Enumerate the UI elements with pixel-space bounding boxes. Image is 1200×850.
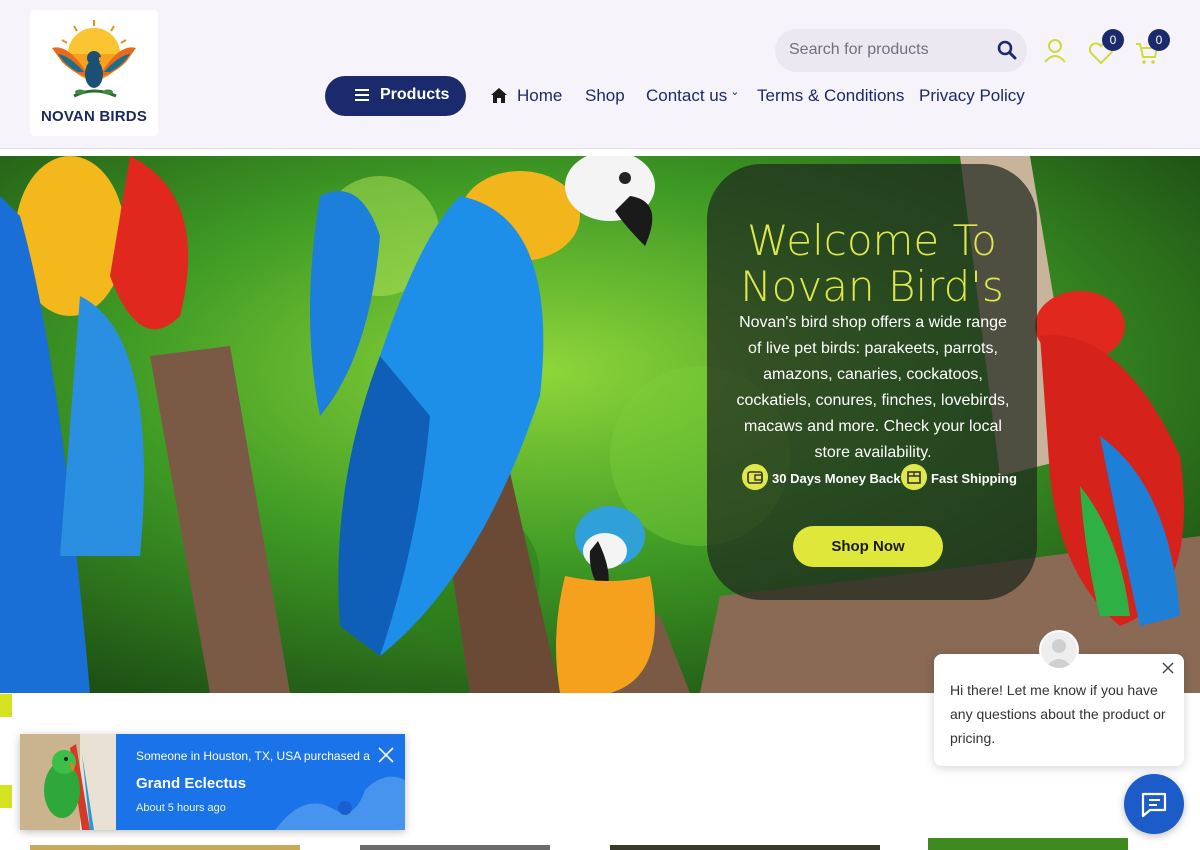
accent-bar	[0, 694, 12, 717]
chat-message: Hi there! Let me know if you have any qu…	[950, 682, 1166, 746]
popup-product-name[interactable]: Grand Eclectus	[136, 775, 246, 792]
nav-terms[interactable]: Terms & Conditions	[757, 86, 904, 108]
close-icon[interactable]	[378, 747, 394, 763]
chevron-down-icon: ⌄	[730, 86, 740, 98]
hero-welcome-panel: Welcome To Novan Bird's Novan's bird sho…	[707, 164, 1037, 600]
hero-title: Welcome To Novan Bird's	[707, 218, 1037, 310]
user-avatar-icon	[1045, 639, 1073, 668]
cart-count-badge: 0	[1148, 29, 1170, 51]
products-button-label: Products	[380, 86, 450, 103]
shop-now-button[interactable]: Shop Now	[793, 526, 943, 567]
site-header: NOVAN BIRDS 0 0 Products Home Shop Conta…	[0, 0, 1200, 149]
nav-contact-us[interactable]: Contact us ⌄	[646, 86, 739, 108]
hero-title-line-1: Welcome To	[747, 216, 997, 265]
hamburger-icon	[355, 89, 369, 101]
feature-money-back-label: 30 Days Money Back	[772, 471, 901, 486]
products-menu-button[interactable]: Products	[325, 76, 466, 116]
nav-contact-us-label: Contact us	[646, 86, 728, 105]
site-logo[interactable]: NOVAN BIRDS	[30, 10, 158, 136]
hero-title-line-2: Novan Bird's	[740, 262, 1004, 311]
chat-greeting-bubble[interactable]: Hi there! Let me know if you have any qu…	[934, 654, 1184, 766]
nav-shop[interactable]: Shop	[585, 86, 625, 108]
product-card-image[interactable]	[30, 845, 300, 850]
nav-privacy-policy[interactable]: Privacy Policy	[919, 86, 1025, 108]
accent-bar	[0, 785, 12, 808]
wishlist-count-badge: 0	[1102, 29, 1124, 51]
product-card-image[interactable]	[928, 838, 1128, 850]
product-card-image[interactable]	[360, 845, 550, 850]
avatar	[1039, 630, 1079, 670]
bird-logo-icon	[52, 20, 136, 98]
close-icon[interactable]	[1162, 662, 1174, 674]
logo-text: NOVAN BIRDS	[40, 108, 148, 125]
nav-home[interactable]: Home	[517, 86, 562, 108]
wallet-icon	[742, 464, 768, 490]
grand-eclectus-thumbnail	[20, 734, 116, 830]
package-icon	[901, 464, 927, 490]
feature-fast-shipping-label: Fast Shipping	[931, 471, 1017, 486]
recent-purchase-popup[interactable]: Someone in Houston, TX, USA purchased a …	[20, 734, 405, 830]
hero-banner: Welcome To Novan Bird's Novan's bird sho…	[0, 156, 1200, 693]
chat-icon	[1141, 792, 1167, 818]
search-icon[interactable]	[997, 40, 1017, 60]
popup-time: About 5 hours ago	[136, 802, 226, 814]
hero-description: Novan's bird shop offers a wide range of…	[736, 314, 1010, 461]
wave-decoration	[275, 776, 405, 830]
home-icon	[491, 88, 507, 103]
search-bar	[775, 29, 1027, 72]
search-input[interactable]	[789, 39, 989, 61]
popup-purchase-text: Someone in Houston, TX, USA purchased a	[136, 749, 370, 763]
product-card-image[interactable]	[610, 845, 880, 850]
account-icon[interactable]	[1042, 38, 1068, 64]
chat-launcher-button[interactable]	[1124, 774, 1184, 834]
